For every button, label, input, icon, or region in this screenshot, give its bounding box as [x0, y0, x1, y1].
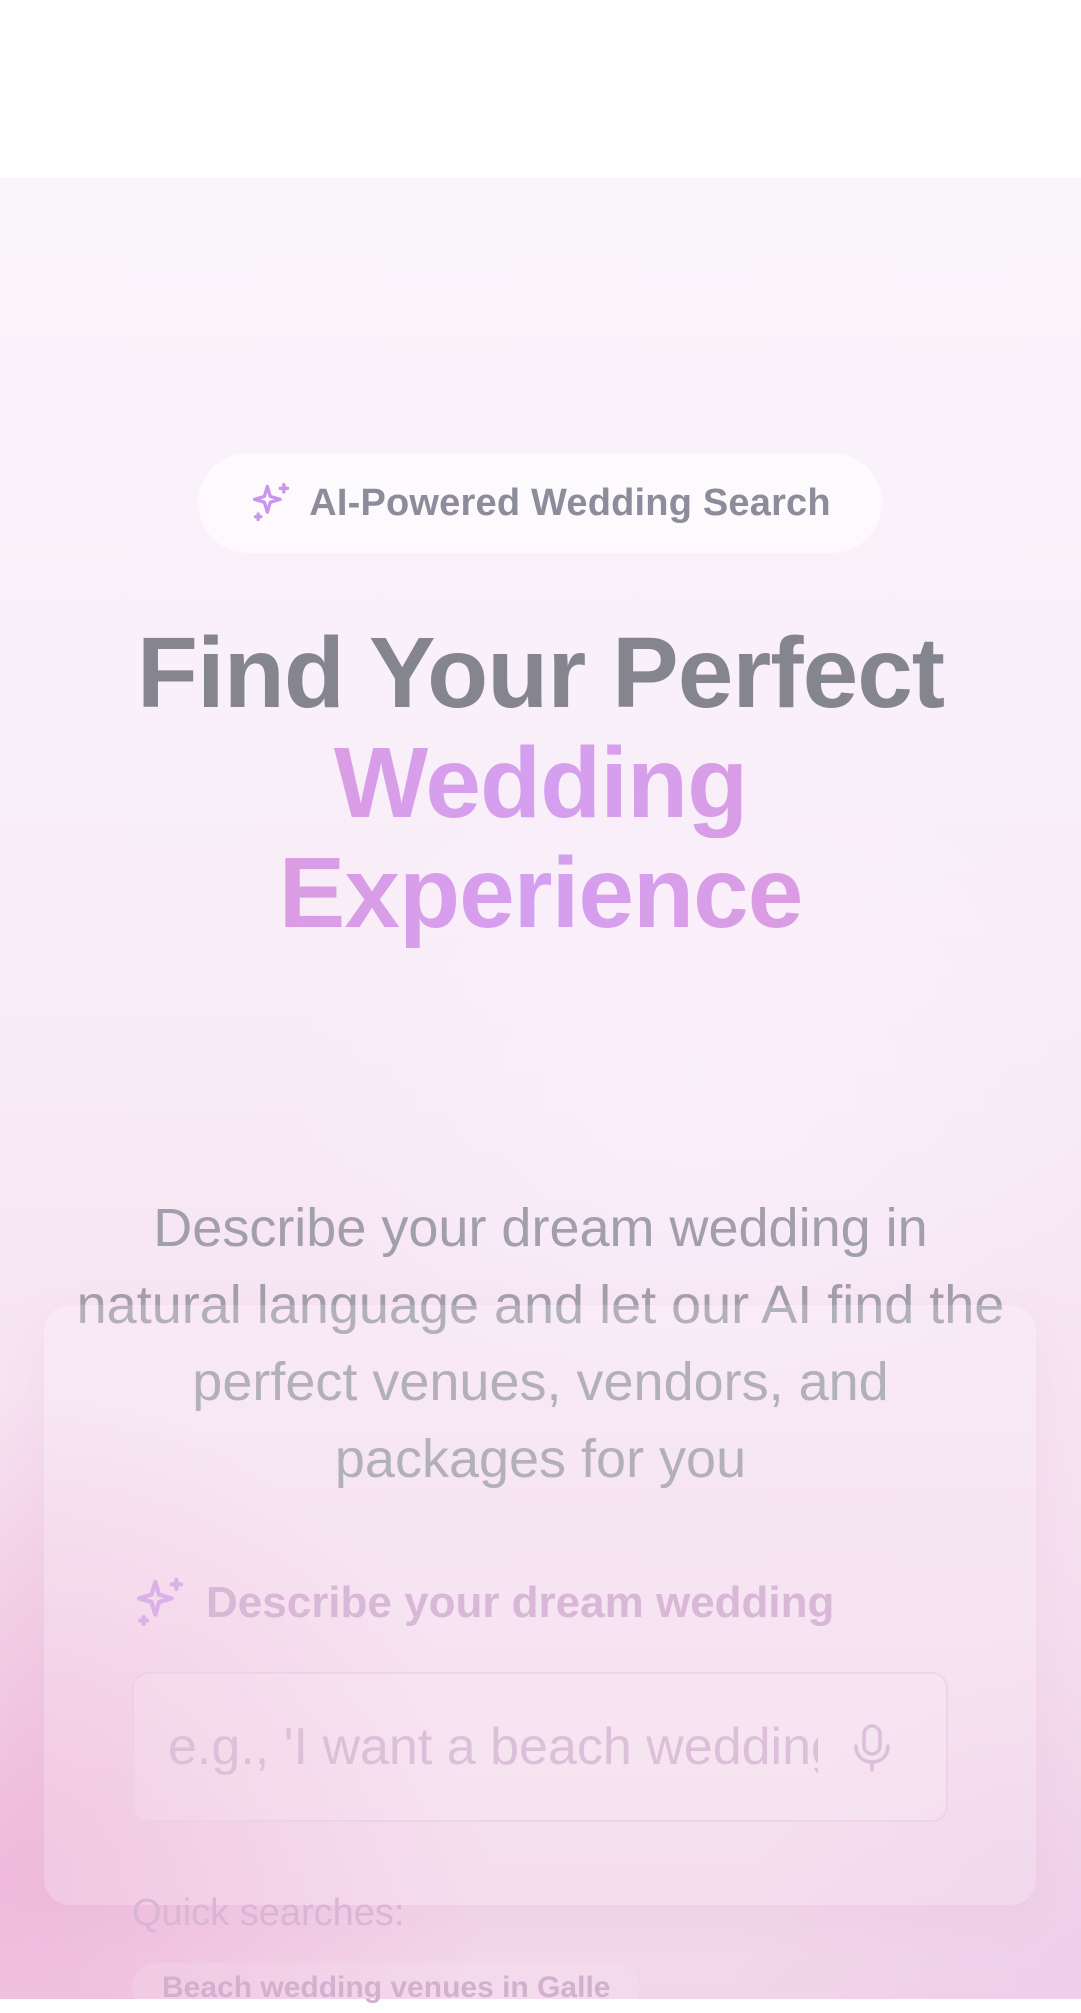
quick-searches-label: Quick searches:	[132, 1892, 405, 1934]
search-card-header: Describe your dream wedding	[132, 1575, 834, 1631]
search-card: Describe your dream wedding Quick search…	[44, 1305, 1036, 1934]
search-input[interactable]	[168, 1674, 818, 1820]
title-line-2: Wedding	[40, 728, 1041, 838]
search-box	[132, 1672, 948, 1822]
microphone-icon[interactable]	[852, 1724, 892, 1772]
search-card-heading: Describe your dream wedding	[206, 1578, 835, 1627]
sparkles-icon	[136, 1577, 184, 1627]
sparkles-icon	[253, 483, 290, 522]
quick-search-chip[interactable]: Beach wedding venues in Galle	[132, 1963, 641, 2013]
top-bar	[0, 0, 1081, 178]
title-line-1: Find Your Perfect	[136, 617, 945, 729]
page-title: Find Your Perfect Wedding Experience	[40, 618, 1041, 948]
title-line-3: Experience	[40, 838, 1041, 948]
badge-label: AI-Powered Wedding Search	[309, 481, 831, 524]
ai-badge: AI-Powered Wedding Search	[198, 453, 882, 553]
